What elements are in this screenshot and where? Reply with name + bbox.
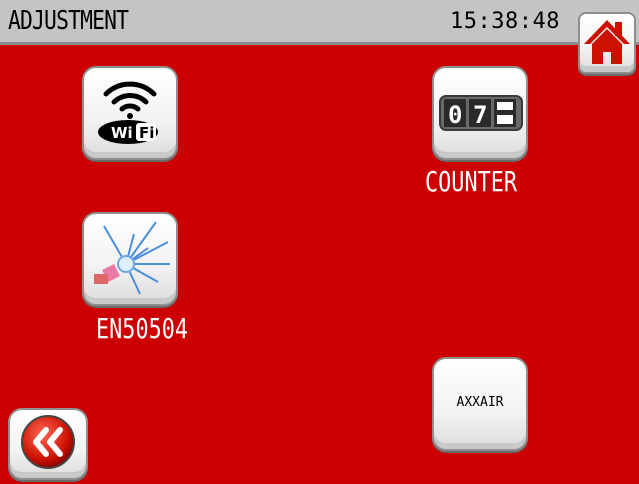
svg-text:Fi: Fi bbox=[139, 124, 154, 142]
home-button[interactable] bbox=[578, 12, 636, 74]
wifi-icon: Wi Fi bbox=[98, 81, 158, 144]
wifi-button[interactable]: Wi Fi bbox=[82, 66, 178, 160]
counter-button[interactable]: 0 7 bbox=[432, 66, 528, 160]
svg-text:7: 7 bbox=[473, 101, 487, 129]
en50504-label: EN50504 bbox=[96, 312, 189, 345]
counter-label: COUNTER bbox=[425, 165, 518, 198]
welding-spark-icon bbox=[94, 221, 170, 295]
en50504-button[interactable] bbox=[82, 212, 178, 306]
page-title: ADJUSTMENT bbox=[8, 6, 129, 36]
axxair-button[interactable]: AXXAIR bbox=[432, 357, 528, 451]
svg-text:Wi: Wi bbox=[111, 124, 133, 142]
axxair-label: AXXAIR bbox=[456, 395, 504, 410]
adjustment-screen: ADJUSTMENT 15:38:48 Wi Fi 0 7 COUNTER EN… bbox=[0, 0, 639, 484]
back-button[interactable] bbox=[8, 408, 88, 480]
title-bar: ADJUSTMENT 15:38:48 bbox=[0, 0, 639, 45]
svg-text:0: 0 bbox=[448, 101, 462, 129]
clock: 15:38:48 bbox=[450, 9, 560, 34]
home-icon bbox=[584, 20, 630, 64]
double-chevron-left-icon bbox=[21, 415, 75, 469]
counter-icon: 0 7 bbox=[439, 95, 523, 131]
